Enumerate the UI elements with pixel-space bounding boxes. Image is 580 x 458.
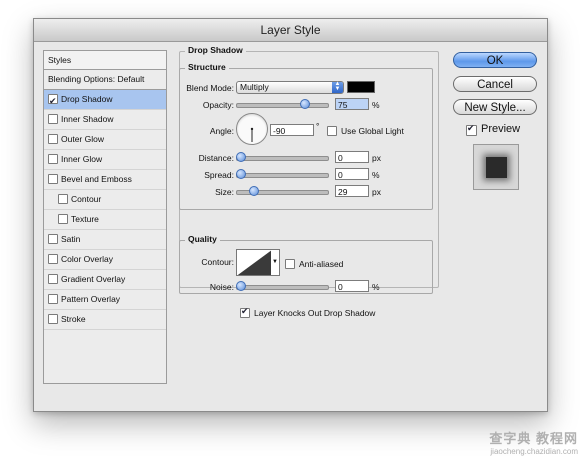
contour-checkbox[interactable] [58, 193, 68, 204]
style-item-inner-glow[interactable]: Inner Glow [44, 150, 166, 170]
watermark: 查字典 教程网 jiaocheng.chazidian.com [489, 428, 578, 456]
contour-picker[interactable] [236, 249, 272, 276]
noise-label: Noise: [209, 282, 234, 292]
spread-slider-knob[interactable] [236, 169, 246, 179]
style-item-label: Stroke [61, 314, 86, 324]
noise-input[interactable]: 0 [335, 280, 369, 292]
style-item-satin[interactable]: Satin [44, 230, 166, 250]
anti-aliased-label: Anti-aliased [299, 259, 344, 269]
knockout-label: Layer Knocks Out Drop Shadow [254, 308, 376, 318]
style-item-inner-shadow[interactable]: Inner Shadow [44, 110, 166, 130]
style-item-label: Inner Glow [61, 154, 103, 164]
color-overlay-checkbox[interactable] [48, 253, 58, 264]
drop-shadow-title: Drop Shadow [185, 45, 246, 55]
satin-checkbox[interactable] [48, 233, 58, 244]
anti-aliased-checkbox[interactable] [285, 259, 295, 269]
style-item-label: Inner Shadow [61, 114, 114, 124]
angle-unit: ° [316, 121, 320, 131]
pattern-overlay-checkbox[interactable] [48, 293, 58, 304]
global-light-checkbox[interactable] [327, 126, 337, 136]
blend-mode-select[interactable]: Multiply ▲ ▼ [236, 81, 344, 94]
angle-label: Angle: [209, 126, 234, 136]
style-item-outer-glow[interactable]: Outer Glow [44, 130, 166, 150]
watermark-main: 查字典 教程网 [489, 431, 578, 446]
distance-label: Distance: [198, 153, 234, 163]
style-item-pattern-overlay[interactable]: Pattern Overlay [44, 290, 166, 310]
knockout-checkbox[interactable] [240, 306, 250, 318]
style-item-label: Contour [71, 194, 102, 204]
blend-mode-label: Blend Mode: [186, 83, 234, 93]
new-style-button[interactable]: New Style... [453, 99, 537, 115]
distance-slider[interactable] [236, 156, 329, 161]
style-item-label: Pattern Overlay [61, 294, 121, 304]
preview-thumbnail [473, 144, 519, 190]
watermark-sub: jiaocheng.chazidian.com [490, 447, 578, 456]
cancel-button[interactable]: Cancel [453, 76, 537, 92]
noise-slider-knob[interactable] [236, 281, 246, 291]
size-input[interactable]: 29 [335, 185, 369, 197]
preview-square [486, 157, 507, 178]
preview-checkbox[interactable] [466, 123, 477, 136]
blending-options-item[interactable]: Blending Options: Default [44, 70, 166, 90]
spread-input[interactable]: 0 [335, 168, 369, 180]
opacity-input[interactable]: 75 [335, 98, 369, 110]
gradient-overlay-checkbox[interactable] [48, 273, 58, 284]
style-item-label: Outer Glow [61, 134, 104, 144]
distance-slider-knob[interactable] [236, 152, 246, 162]
title-bar[interactable]: Layer Style [34, 19, 547, 42]
style-item-bevel-emboss[interactable]: Bevel and Emboss [44, 170, 166, 190]
noise-slider[interactable] [236, 285, 329, 290]
noise-unit: % [372, 282, 380, 292]
spread-label: Spread: [204, 170, 234, 180]
angle-needle-icon [250, 127, 254, 142]
inner-shadow-checkbox[interactable] [48, 113, 58, 124]
texture-checkbox[interactable] [58, 213, 68, 224]
blend-mode-value: Multiply [240, 82, 269, 92]
layer-style-dialog: Layer Style Styles Blending Options: Def… [33, 18, 548, 412]
distance-input[interactable]: 0 [335, 151, 369, 163]
contour-dropdown-arrow-icon[interactable]: ▼ [271, 249, 280, 276]
bevel-emboss-checkbox[interactable] [48, 173, 58, 184]
stroke-checkbox[interactable] [48, 313, 58, 324]
style-item-contour[interactable]: Contour [44, 190, 166, 210]
spread-slider[interactable] [236, 173, 329, 178]
styles-header[interactable]: Styles [44, 51, 166, 70]
opacity-slider-knob[interactable] [300, 99, 310, 109]
styles-list: Styles Blending Options: Default Drop Sh… [43, 50, 167, 384]
angle-dial[interactable] [236, 113, 268, 145]
global-light-label: Use Global Light [341, 126, 404, 136]
shadow-color-swatch[interactable] [347, 81, 375, 93]
structure-title: Structure [185, 62, 229, 72]
opacity-unit: % [372, 100, 380, 110]
contour-curve-icon [237, 250, 271, 275]
select-arrows-icon: ▲ ▼ [332, 81, 343, 93]
angle-input[interactable]: -90 [270, 124, 314, 136]
style-item-label: Gradient Overlay [61, 274, 126, 284]
opacity-label: Opacity: [202, 100, 234, 110]
style-item-stroke[interactable]: Stroke [44, 310, 166, 330]
window-title: Layer Style [260, 23, 321, 37]
style-item-label: Drop Shadow [61, 94, 113, 104]
style-item-label: Bevel and Emboss [61, 174, 132, 184]
opacity-slider[interactable] [236, 103, 329, 108]
inner-glow-checkbox[interactable] [48, 153, 58, 164]
style-item-label: Satin [61, 234, 81, 244]
preview-label: Preview [481, 123, 521, 135]
style-item-gradient-overlay[interactable]: Gradient Overlay [44, 270, 166, 290]
outer-glow-checkbox[interactable] [48, 133, 58, 144]
size-slider-knob[interactable] [249, 186, 259, 196]
style-item-label: Texture [71, 214, 99, 224]
distance-unit: px [372, 153, 381, 163]
drop-shadow-checkbox[interactable] [48, 92, 58, 111]
style-item-texture[interactable]: Texture [44, 210, 166, 230]
style-item-color-overlay[interactable]: Color Overlay [44, 250, 166, 270]
size-unit: px [372, 187, 381, 197]
style-item-label: Color Overlay [61, 254, 113, 264]
style-item-drop-shadow[interactable]: Drop Shadow [44, 90, 166, 111]
spread-unit: % [372, 170, 380, 180]
ok-button[interactable]: OK [453, 52, 537, 68]
dialog-content: Styles Blending Options: Default Drop Sh… [34, 42, 547, 411]
contour-label: Contour: [201, 257, 234, 267]
size-label: Size: [215, 187, 234, 197]
